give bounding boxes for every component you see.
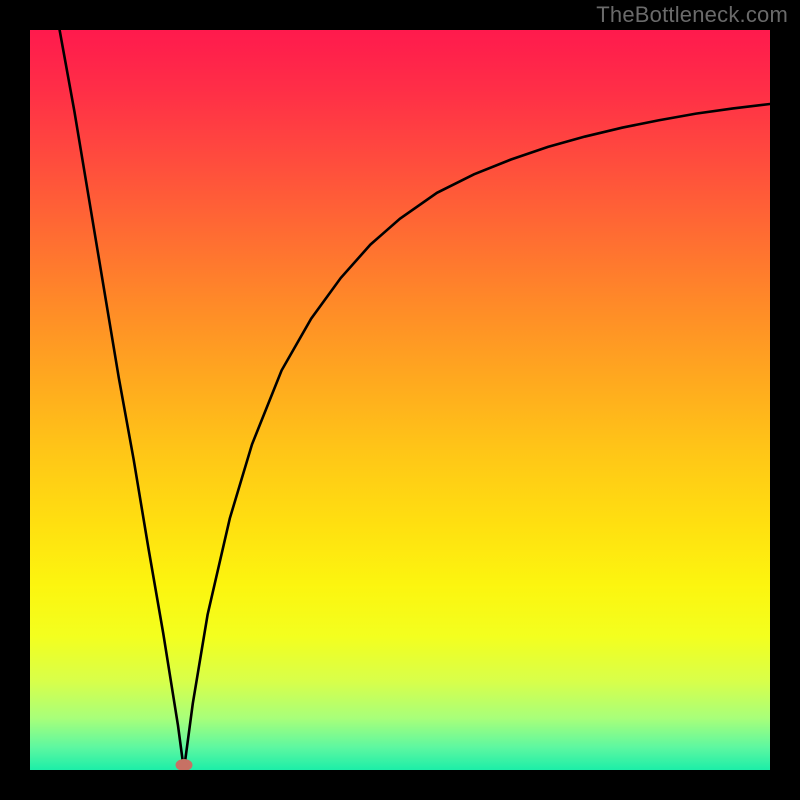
bottleneck-curve-right <box>184 104 770 770</box>
chart-frame: TheBottleneck.com <box>0 0 800 800</box>
plot-area <box>30 30 770 770</box>
vertex-marker <box>175 759 192 770</box>
attribution-label: TheBottleneck.com <box>596 2 788 28</box>
bottleneck-curve-left <box>60 30 184 770</box>
curve-layer <box>30 30 770 770</box>
